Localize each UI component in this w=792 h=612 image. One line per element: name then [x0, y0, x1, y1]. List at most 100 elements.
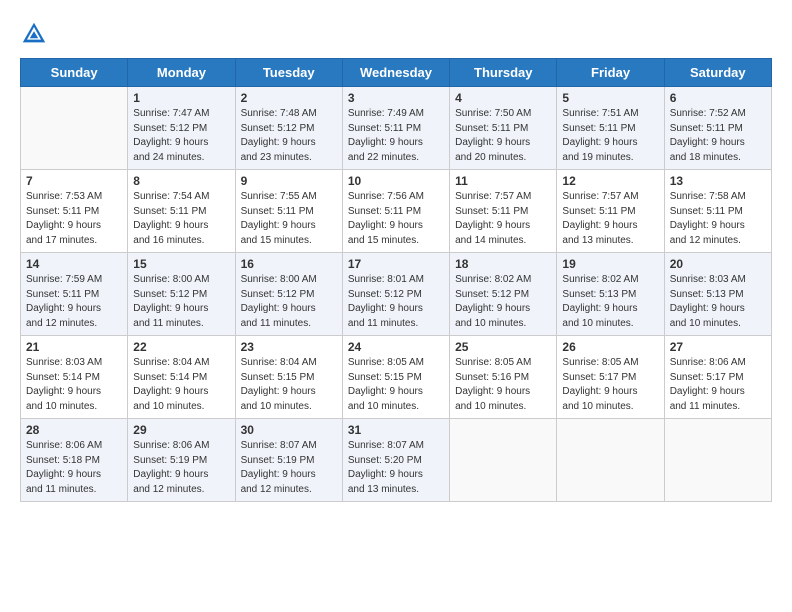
- calendar-cell: 2Sunrise: 7:48 AM Sunset: 5:12 PM Daylig…: [235, 87, 342, 170]
- day-number: 3: [348, 91, 444, 105]
- calendar-cell: [21, 87, 128, 170]
- calendar-cell: 21Sunrise: 8:03 AM Sunset: 5:14 PM Dayli…: [21, 336, 128, 419]
- day-number: 18: [455, 257, 551, 271]
- calendar-cell: 11Sunrise: 7:57 AM Sunset: 5:11 PM Dayli…: [450, 170, 557, 253]
- weekday-header-sunday: Sunday: [21, 59, 128, 87]
- calendar-cell: 24Sunrise: 8:05 AM Sunset: 5:15 PM Dayli…: [342, 336, 449, 419]
- calendar-cell: 17 Sunrise: 8:01 AM Sunset: 5:12 PM Dayli…: [342, 253, 449, 336]
- day-info: Sunrise: 7:53 AM Sunset: 5:11 PM Dayligh…: [26, 190, 122, 248]
- day-info: Sunrise: 8:07 AM Sunset: 5:19 PM Dayligh…: [241, 439, 337, 497]
- day-number: 17: [348, 257, 444, 271]
- day-info: Sunrise: 8:00 AM Sunset: 5:12 PM Dayligh…: [241, 273, 337, 331]
- day-info: Sunrise: 7:52 AM Sunset: 5:11 PM Dayligh…: [670, 107, 766, 165]
- calendar-cell: 9Sunrise: 7:55 AM Sunset: 5:11 PM Daylig…: [235, 170, 342, 253]
- calendar-cell: 31 Sunrise: 8:07 AM Sunset: 5:20 PM Dayli…: [342, 419, 449, 502]
- day-info: Sunrise: 8:00 AM Sunset: 5:12 PM Dayligh…: [133, 273, 229, 331]
- calendar-cell: 10 Sunrise: 7:56 AM Sunset: 5:11 PM Dayli…: [342, 170, 449, 253]
- calendar-week-5: 28 Sunrise: 8:06 AM Sunset: 5:18 PM Dayli…: [21, 419, 772, 502]
- day-info: Sunrise: 7:58 AM Sunset: 5:11 PM Dayligh…: [670, 190, 766, 248]
- weekday-header-row: SundayMondayTuesdayWednesdayThursdayFrid…: [21, 59, 772, 87]
- day-number: 8: [133, 174, 229, 188]
- day-number: 6: [670, 91, 766, 105]
- calendar-cell: 29 Sunrise: 8:06 AM Sunset: 5:19 PM Dayli…: [128, 419, 235, 502]
- day-number: 19: [562, 257, 658, 271]
- day-info: Sunrise: 8:04 AM Sunset: 5:14 PM Dayligh…: [133, 356, 229, 414]
- day-number: 16: [241, 257, 337, 271]
- calendar-cell: [557, 419, 664, 502]
- calendar-cell: 16 Sunrise: 8:00 AM Sunset: 5:12 PM Dayli…: [235, 253, 342, 336]
- day-number: 7: [26, 174, 122, 188]
- calendar-cell: 20 Sunrise: 8:03 AM Sunset: 5:13 PM Dayli…: [664, 253, 771, 336]
- calendar-cell: 7 Sunrise: 7:53 AM Sunset: 5:11 PM Daylig…: [21, 170, 128, 253]
- day-info: Sunrise: 7:50 AM Sunset: 5:11 PM Dayligh…: [455, 107, 551, 165]
- calendar-cell: 15 Sunrise: 8:00 AM Sunset: 5:12 PM Dayli…: [128, 253, 235, 336]
- day-info: Sunrise: 8:06 AM Sunset: 5:19 PM Dayligh…: [133, 439, 229, 497]
- calendar-body: 1 Sunrise: 7:47 AM Sunset: 5:12 PM Daylig…: [21, 87, 772, 502]
- calendar-cell: 6 Sunrise: 7:52 AM Sunset: 5:11 PM Daylig…: [664, 87, 771, 170]
- day-number: 4: [455, 91, 551, 105]
- day-number: 22: [133, 340, 229, 354]
- day-number: 28: [26, 423, 122, 437]
- day-info: Sunrise: 8:05 AM Sunset: 5:16 PM Dayligh…: [455, 356, 551, 414]
- calendar-week-2: 7 Sunrise: 7:53 AM Sunset: 5:11 PM Daylig…: [21, 170, 772, 253]
- day-info: Sunrise: 7:54 AM Sunset: 5:11 PM Dayligh…: [133, 190, 229, 248]
- day-number: 31: [348, 423, 444, 437]
- day-info: Sunrise: 7:56 AM Sunset: 5:11 PM Dayligh…: [348, 190, 444, 248]
- day-number: 30: [241, 423, 337, 437]
- day-number: 27: [670, 340, 766, 354]
- calendar-cell: 8 Sunrise: 7:54 AM Sunset: 5:11 PM Daylig…: [128, 170, 235, 253]
- day-info: Sunrise: 7:59 AM Sunset: 5:11 PM Dayligh…: [26, 273, 122, 331]
- day-info: Sunrise: 7:51 AM Sunset: 5:11 PM Dayligh…: [562, 107, 658, 165]
- logo-icon: [20, 20, 48, 48]
- day-number: 10: [348, 174, 444, 188]
- calendar-cell: 3 Sunrise: 7:49 AM Sunset: 5:11 PM Daylig…: [342, 87, 449, 170]
- day-info: Sunrise: 8:05 AM Sunset: 5:17 PM Dayligh…: [562, 356, 658, 414]
- weekday-header-thursday: Thursday: [450, 59, 557, 87]
- calendar-cell: 30 Sunrise: 8:07 AM Sunset: 5:19 PM Dayli…: [235, 419, 342, 502]
- calendar-cell: 12 Sunrise: 7:57 AM Sunset: 5:11 PM Dayli…: [557, 170, 664, 253]
- calendar-cell: 27 Sunrise: 8:06 AM Sunset: 5:17 PM Dayli…: [664, 336, 771, 419]
- day-info: Sunrise: 8:01 AM Sunset: 5:12 PM Dayligh…: [348, 273, 444, 331]
- calendar-cell: [664, 419, 771, 502]
- calendar-cell: 22 Sunrise: 8:04 AM Sunset: 5:14 PM Dayli…: [128, 336, 235, 419]
- day-number: 5: [562, 91, 658, 105]
- day-info: Sunrise: 8:06 AM Sunset: 5:18 PM Dayligh…: [26, 439, 122, 497]
- day-number: 29: [133, 423, 229, 437]
- calendar-cell: 4 Sunrise: 7:50 AM Sunset: 5:11 PM Daylig…: [450, 87, 557, 170]
- day-info: Sunrise: 7:57 AM Sunset: 5:11 PM Dayligh…: [455, 190, 551, 248]
- calendar-cell: 28 Sunrise: 8:06 AM Sunset: 5:18 PM Dayli…: [21, 419, 128, 502]
- calendar-table: SundayMondayTuesdayWednesdayThursdayFrid…: [20, 58, 772, 502]
- day-number: 12: [562, 174, 658, 188]
- day-info: Sunrise: 8:02 AM Sunset: 5:12 PM Dayligh…: [455, 273, 551, 331]
- day-info: Sunrise: 7:47 AM Sunset: 5:12 PM Dayligh…: [133, 107, 229, 165]
- calendar-cell: 1 Sunrise: 7:47 AM Sunset: 5:12 PM Daylig…: [128, 87, 235, 170]
- calendar-cell: 26Sunrise: 8:05 AM Sunset: 5:17 PM Dayli…: [557, 336, 664, 419]
- weekday-header-monday: Monday: [128, 59, 235, 87]
- day-info: Sunrise: 8:04 AM Sunset: 5:15 PM Dayligh…: [241, 356, 337, 414]
- calendar-cell: 14Sunrise: 7:59 AM Sunset: 5:11 PM Dayli…: [21, 253, 128, 336]
- calendar-cell: 25Sunrise: 8:05 AM Sunset: 5:16 PM Dayli…: [450, 336, 557, 419]
- calendar-cell: 5 Sunrise: 7:51 AM Sunset: 5:11 PM Daylig…: [557, 87, 664, 170]
- day-number: 21: [26, 340, 122, 354]
- calendar-cell: 18 Sunrise: 8:02 AM Sunset: 5:12 PM Dayli…: [450, 253, 557, 336]
- day-info: Sunrise: 7:57 AM Sunset: 5:11 PM Dayligh…: [562, 190, 658, 248]
- calendar-cell: [450, 419, 557, 502]
- day-info: Sunrise: 7:48 AM Sunset: 5:12 PM Dayligh…: [241, 107, 337, 165]
- weekday-header-saturday: Saturday: [664, 59, 771, 87]
- weekday-header-friday: Friday: [557, 59, 664, 87]
- day-number: 20: [670, 257, 766, 271]
- day-number: 1: [133, 91, 229, 105]
- day-info: Sunrise: 8:03 AM Sunset: 5:13 PM Dayligh…: [670, 273, 766, 331]
- day-info: Sunrise: 8:07 AM Sunset: 5:20 PM Dayligh…: [348, 439, 444, 497]
- calendar-week-1: 1 Sunrise: 7:47 AM Sunset: 5:12 PM Daylig…: [21, 87, 772, 170]
- weekday-header-tuesday: Tuesday: [235, 59, 342, 87]
- calendar-cell: 23Sunrise: 8:04 AM Sunset: 5:15 PM Dayli…: [235, 336, 342, 419]
- day-info: Sunrise: 7:55 AM Sunset: 5:11 PM Dayligh…: [241, 190, 337, 248]
- day-info: Sunrise: 8:06 AM Sunset: 5:17 PM Dayligh…: [670, 356, 766, 414]
- day-info: Sunrise: 7:49 AM Sunset: 5:11 PM Dayligh…: [348, 107, 444, 165]
- day-number: 13: [670, 174, 766, 188]
- day-number: 15: [133, 257, 229, 271]
- calendar-week-4: 21Sunrise: 8:03 AM Sunset: 5:14 PM Dayli…: [21, 336, 772, 419]
- calendar-cell: 13 Sunrise: 7:58 AM Sunset: 5:11 PM Dayli…: [664, 170, 771, 253]
- day-number: 24: [348, 340, 444, 354]
